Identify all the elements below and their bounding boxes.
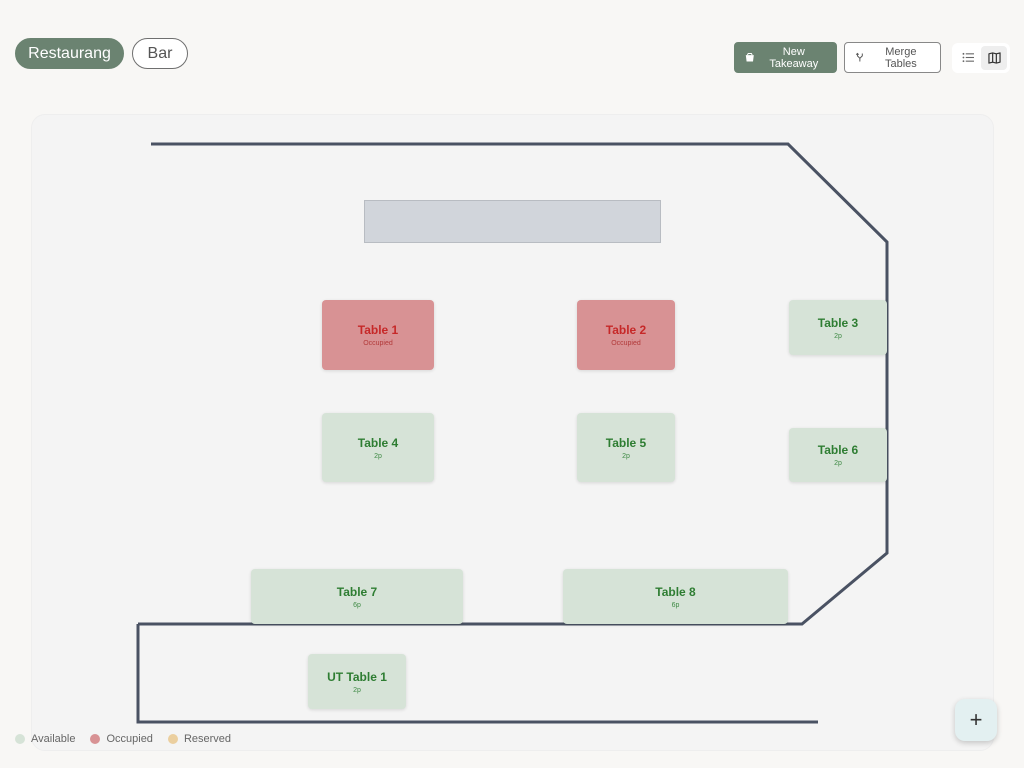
table-capacity: 2p	[834, 460, 842, 467]
toolbar: New Takeaway Merge Tables	[734, 42, 1010, 73]
table-4[interactable]: Table 4 2p	[322, 413, 434, 482]
table-capacity: 2p	[622, 452, 630, 460]
new-takeaway-button[interactable]: New Takeaway	[734, 42, 837, 73]
table-name: UT Table 1	[327, 669, 387, 684]
area-tabs: Restaurang Bar	[15, 38, 188, 69]
table-capacity: 6p	[671, 601, 680, 609]
merge-icon	[855, 52, 863, 62]
add-table-button[interactable]: +	[955, 699, 997, 741]
status-legend: Available Occupied Reserved	[15, 733, 231, 745]
legend-label: Occupied	[106, 733, 153, 745]
map-icon	[987, 51, 1001, 64]
table-2[interactable]: Table 2 Occupied	[577, 300, 675, 370]
legend-label: Available	[31, 733, 76, 745]
table-name: Table 4	[357, 435, 399, 450]
table-name: Table 1	[357, 323, 399, 337]
table-capacity: 2p	[353, 686, 361, 694]
legend-dot	[15, 734, 25, 744]
table-capacity: 2p	[374, 452, 382, 460]
legend-occupied: Occupied	[90, 733, 153, 745]
legend-reserved: Reserved	[167, 733, 232, 745]
new-takeaway-label: New Takeaway	[769, 45, 819, 70]
table-6[interactable]: Table 6 2p	[789, 428, 887, 482]
list-view-button[interactable]	[955, 46, 981, 70]
table-capacity: 2p	[834, 332, 842, 340]
view-toggle	[952, 42, 1010, 73]
table-name: Table 5	[605, 435, 647, 450]
list-icon	[962, 52, 974, 63]
table-name: Table 3	[817, 315, 859, 330]
table-capacity: 6p	[353, 601, 361, 609]
ut-table-1[interactable]: UT Table 1 2p	[308, 654, 406, 709]
legend-dot	[167, 734, 178, 744]
area-tab-bar[interactable]: Bar	[132, 38, 188, 69]
legend-dot	[90, 734, 101, 744]
table-name: Table 8	[655, 584, 696, 599]
table-8[interactable]: Table 8 6p	[563, 569, 788, 624]
legend-label: Reserved	[183, 733, 232, 745]
bar-counter	[364, 200, 661, 243]
table-1[interactable]: Table 1 Occupied	[322, 300, 434, 370]
merge-tables-button[interactable]: Merge Tables	[844, 42, 941, 73]
table-3[interactable]: Table 3 2p	[789, 300, 887, 355]
legend-available: Available	[15, 733, 75, 745]
merge-tables-label: Merge Tables	[884, 45, 917, 70]
table-status: Occupied	[611, 340, 641, 347]
table-7[interactable]: Table 7 6p	[251, 569, 463, 624]
plus-icon: +	[969, 707, 983, 732]
takeaway-bag-icon	[745, 53, 754, 62]
table-status: Occupied	[363, 340, 393, 347]
map-view-button[interactable]	[981, 45, 1007, 70]
area-tab-restaurang[interactable]: Restaurang	[15, 38, 124, 69]
table-name: Table 6	[817, 443, 859, 457]
table-5[interactable]: Table 5 2p	[577, 413, 675, 482]
table-name: Table 2	[605, 323, 647, 337]
table-name: Table 7	[336, 584, 378, 599]
